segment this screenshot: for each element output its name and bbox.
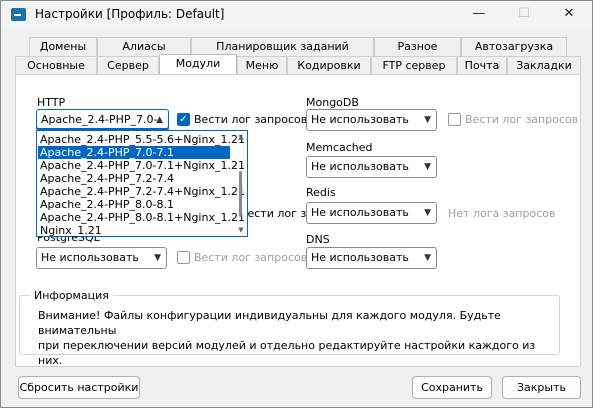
tab-general[interactable]: Основные <box>15 56 97 75</box>
dropdown-option[interactable]: Apache_2.4-PHP_5.5-5.6+Nginx_1.21 <box>38 133 245 146</box>
dropdown-option[interactable]: Apache_2.4-PHP_7.2-7.4 <box>38 172 230 185</box>
checkmark-icon: ✓ <box>177 113 190 126</box>
postgresql-log-label: Вести лог запросов <box>194 251 308 264</box>
maximize-button: ☐ <box>518 6 530 21</box>
http-dropdown-list[interactable]: Apache_2.4-PHP_5.5-5.6+Nginx_1.21 Apache… <box>36 130 248 237</box>
dns-label: DNS <box>306 233 330 246</box>
postgresql-select[interactable]: Не использовать ▼ <box>36 247 167 269</box>
postgresql-log-checkbox[interactable]: Вести лог запросов <box>177 251 307 264</box>
info-title: Информация <box>30 289 113 302</box>
dropdown-option-selected[interactable]: Apache_2.4-PHP_7.0-7.1 <box>38 146 230 159</box>
dropdown-option[interactable]: Nginx_1.21 <box>38 224 230 237</box>
dropdown-option[interactable]: Apache_2.4-PHP_7.2-7.4+Nginx_1.21 <box>38 185 245 198</box>
redis-label: Redis <box>306 186 336 199</box>
postgresql-select-value: Не использовать <box>41 251 139 264</box>
save-button[interactable]: Сохранить <box>412 376 492 399</box>
scroll-down-icon[interactable]: ▼ <box>237 226 245 234</box>
chevron-down-icon: ▼ <box>424 115 431 125</box>
mongodb-label: MongoDB <box>306 96 359 109</box>
dropdown-option[interactable]: Apache_2.4-PHP_8.0-8.1 <box>38 198 230 211</box>
title-bar: Настройки [Профиль: Default] — ☐ ✕ <box>1 1 592 29</box>
dns-select[interactable]: Не использовать ▼ <box>306 247 437 269</box>
http-select-value: Apache_2.4-PHP_7.0- <box>41 113 158 126</box>
redis-log-label: Нет лога запросов <box>448 207 556 220</box>
chevron-down-icon: ▼ <box>154 253 161 263</box>
chevron-down-icon: ▼ <box>424 253 431 263</box>
tab-server[interactable]: Сервер <box>97 56 159 75</box>
info-line-2: при переключении версий модулей и отдель… <box>38 339 536 367</box>
tab-autostart[interactable]: Автозагрузка <box>461 37 567 56</box>
memcached-label: Memcached <box>306 141 373 154</box>
scrollbar-thumb[interactable] <box>239 171 242 217</box>
http-label: HTTP <box>37 96 66 109</box>
app-icon <box>11 8 26 21</box>
chevron-down-icon: ▼ <box>424 208 431 218</box>
redis-select-value: Не использовать <box>311 206 409 219</box>
mongodb-log-label: Вести лог запросов <box>465 113 579 126</box>
memcached-select-value: Не использовать <box>311 160 409 173</box>
chevron-down-icon: ▲ <box>156 115 163 125</box>
dns-select-value: Не использовать <box>311 251 409 264</box>
chevron-down-icon: ▼ <box>424 162 431 172</box>
mongodb-log-checkbox[interactable]: Вести лог запросов <box>448 113 578 126</box>
info-group: Информация Внимание! Файлы конфигурации … <box>19 289 560 367</box>
info-line-1: Внимание! Файлы конфигурации индивидуаль… <box>38 309 501 337</box>
reset-settings-button[interactable]: Сбросить настройки <box>18 376 140 399</box>
tab-modules[interactable]: Модули <box>159 54 237 75</box>
tab-menu[interactable]: Меню <box>237 56 287 75</box>
tab-bookmarks[interactable]: Закладки <box>507 56 581 75</box>
http-log-checkbox[interactable]: ✓ Вести лог запросов <box>177 113 307 126</box>
http-select[interactable]: Apache_2.4-PHP_7.0- ▲ <box>36 109 169 131</box>
tab-encodings[interactable]: Кодировки <box>287 56 371 75</box>
tab-domains[interactable]: Домены <box>29 37 97 56</box>
scroll-up-icon[interactable]: ▲ <box>237 133 245 141</box>
memcached-select[interactable]: Не использовать ▼ <box>306 156 437 178</box>
minimize-button[interactable]: — <box>456 3 502 27</box>
dropdown-option[interactable]: Apache_2.4-PHP_7.0-7.1+Nginx_1.21 <box>38 159 245 172</box>
info-text: Внимание! Файлы конфигурации индивидуаль… <box>38 308 538 368</box>
http-log-label: Вести лог запросов <box>194 113 308 126</box>
close-window-button[interactable]: ✕ <box>546 3 592 27</box>
tab-mail[interactable]: Почта <box>457 56 507 75</box>
mongodb-select[interactable]: Не использовать ▼ <box>306 109 437 131</box>
redis-select[interactable]: Не использовать ▼ <box>306 202 437 224</box>
close-button[interactable]: Закрыть <box>502 376 581 399</box>
settings-window: Настройки [Профиль: Default] — ☐ ✕ Домен… <box>0 0 593 408</box>
tab-ftp-server[interactable]: FTP сервер <box>371 56 457 75</box>
window-title: Настройки [Профиль: Default] <box>35 7 225 21</box>
checkbox-icon <box>448 113 461 126</box>
dropdown-option[interactable]: Apache_2.4-PHP_8.0-8.1+Nginx_1.21 <box>38 211 245 224</box>
checkbox-icon <box>177 251 190 264</box>
mongodb-select-value: Не использовать <box>311 113 409 126</box>
dropdown-scrollbar[interactable]: ▲ ▼ <box>237 133 245 234</box>
tab-misc[interactable]: Разное <box>374 37 461 56</box>
